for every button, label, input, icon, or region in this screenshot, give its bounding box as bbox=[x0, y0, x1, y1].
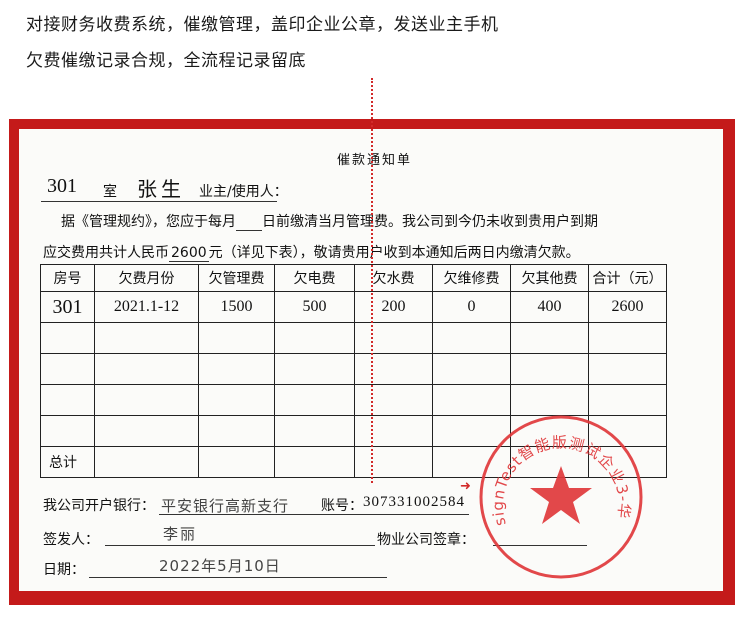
bank-label: 我公司开户银行： bbox=[43, 498, 155, 514]
company-seal-label: 物业公司签章： bbox=[377, 532, 475, 548]
body-line2-prefix: 应交费用共计人民币 bbox=[43, 245, 169, 261]
notice-body-line-2: 应交费用共计人民币 2600 元（详见下表），敬请贵用户收到本通知后两日内缴清欠款。 bbox=[43, 242, 580, 262]
notice-body-line-1: 据《管理规约》，您应于每月 日前缴清当月管理费。我公司到今仍未收到贵用户到期 bbox=[61, 211, 598, 231]
caption-line-1: 对接财务收费系统，催缴管理，盖印企业公章，发送业主手机 bbox=[26, 15, 499, 35]
issuer-label: 签发人： bbox=[43, 532, 99, 548]
table-row-empty bbox=[40, 384, 667, 416]
cell-management-fee: 1500 bbox=[198, 291, 275, 323]
amount-due: 2600 bbox=[169, 245, 209, 262]
room-unit-label: 室 bbox=[103, 184, 117, 200]
room-number: 301 bbox=[47, 175, 77, 197]
body-line1-suffix: 日前缴清当月管理费。我公司到今仍未收到贵用户到期 bbox=[262, 214, 598, 230]
account-number: 307331002584 bbox=[363, 494, 465, 510]
table-row-empty bbox=[40, 353, 667, 385]
cell-repair-fee: 0 bbox=[432, 291, 511, 323]
tenant-label: 业主/使用人： bbox=[199, 184, 288, 200]
header-electricity-fee: 欠电费 bbox=[274, 264, 355, 292]
bank-underline bbox=[159, 514, 469, 515]
date-value: 2022年5月10日 bbox=[159, 557, 281, 575]
issuer-underline bbox=[105, 545, 375, 546]
cell-electricity-fee: 500 bbox=[274, 291, 355, 323]
header-total: 合计（元） bbox=[588, 264, 667, 292]
issuer-name: 李丽 bbox=[163, 525, 198, 543]
star-icon bbox=[530, 466, 592, 524]
tenant-name: 张生 bbox=[137, 177, 185, 201]
tenant-underline bbox=[41, 201, 277, 202]
header-other-fee: 欠其他费 bbox=[510, 264, 589, 292]
date-label: 日期： bbox=[43, 562, 85, 578]
table-row-empty bbox=[40, 322, 667, 354]
header-management-fee: 欠管理费 bbox=[198, 264, 275, 292]
dotted-guide-line bbox=[371, 78, 373, 483]
notice-title: 催款通知单 bbox=[337, 153, 413, 168]
cell-months: 2021.1-12 bbox=[94, 291, 199, 323]
cell-other-fee: 400 bbox=[510, 291, 589, 323]
account-label: 账号： bbox=[321, 498, 363, 514]
header-water-fee: 欠水费 bbox=[354, 264, 433, 292]
date-underline bbox=[89, 577, 387, 578]
header-room: 房号 bbox=[40, 264, 95, 292]
cell-room: 301 bbox=[40, 291, 95, 323]
body-line2-suffix: 元（详见下表），敬请贵用户收到本通知后两日内缴清欠款。 bbox=[208, 245, 580, 261]
table-row: 301 2021.1-12 1500 500 200 0 400 2600 bbox=[40, 291, 667, 323]
cell-water-fee: 200 bbox=[354, 291, 433, 323]
day-blank bbox=[236, 216, 262, 231]
body-line1-prefix: 据《管理规约》，您应于每月 bbox=[61, 214, 236, 230]
total-label: 总计 bbox=[40, 446, 95, 478]
bank-name: 平安银行高新支行 bbox=[161, 497, 290, 515]
company-seal-stamp: esignTest智能版测试企业3-华东 bbox=[476, 412, 643, 579]
caption-line-2: 欠费催缴记录合规，全流程记录留底 bbox=[26, 51, 306, 71]
header-months: 欠费月份 bbox=[94, 264, 199, 292]
table-header-row: 房号 欠费月份 欠管理费 欠电费 欠水费 欠维修费 欠其他费 合计（元） bbox=[40, 264, 667, 292]
arrow-icon: ➜ bbox=[460, 479, 471, 494]
cell-total: 2600 bbox=[588, 291, 667, 323]
header-repair-fee: 欠维修费 bbox=[432, 264, 511, 292]
